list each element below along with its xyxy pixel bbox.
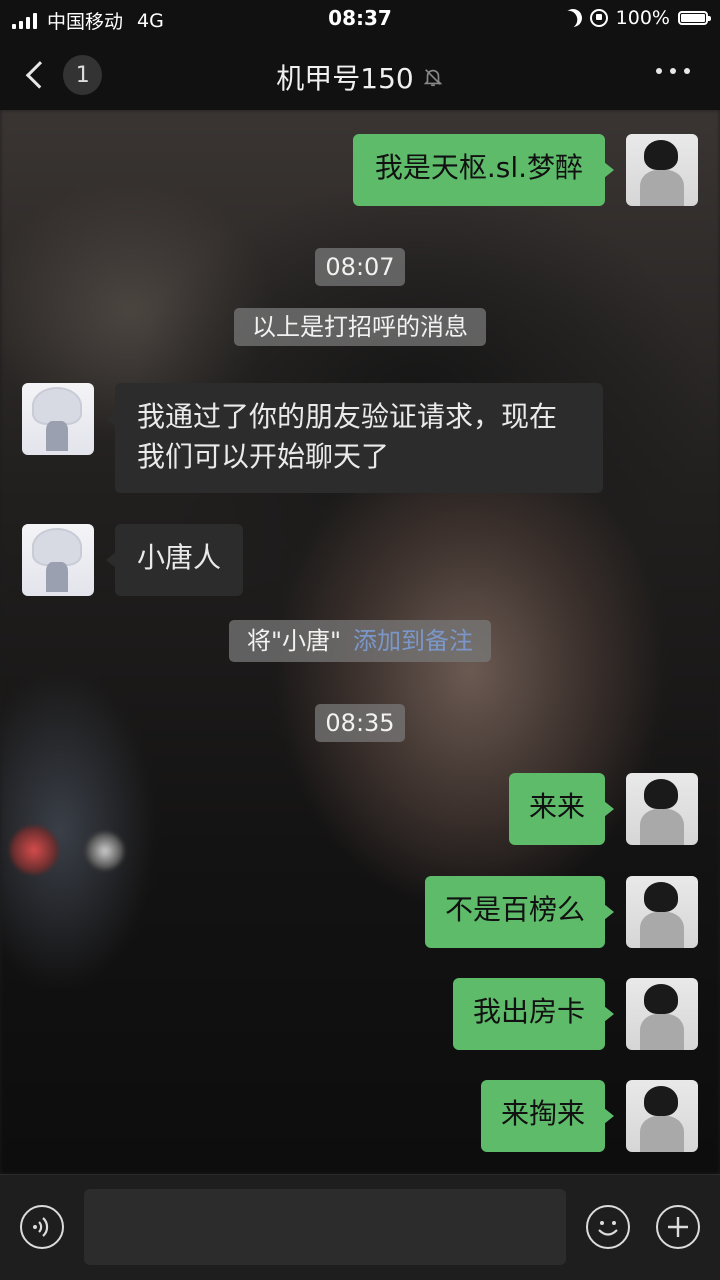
nav-bar: 1 机甲号150 — [0, 40, 720, 110]
input-bar — [0, 1174, 720, 1280]
chat-title: 机甲号150 — [276, 62, 414, 95]
chat-title-wrap: 机甲号150 — [0, 57, 720, 97]
avatar[interactable] — [626, 1080, 698, 1152]
message-bubble-other[interactable]: 小唐人 — [105, 524, 244, 596]
moon-icon — [561, 6, 584, 29]
remark-notice-text: 将"小唐" — [246, 627, 342, 655]
avatar[interactable] — [626, 773, 698, 845]
emoji-button[interactable] — [586, 1205, 630, 1249]
timestamp-label: 08:35 — [315, 704, 405, 742]
system-notice-label: 以上是打招呼的消息 — [234, 308, 486, 346]
remark-notice: 将"小唐" 添加到备注 — [228, 620, 492, 662]
avatar[interactable] — [22, 383, 94, 455]
timestamp: 08:07 — [0, 248, 720, 286]
more-functions-button[interactable] — [656, 1205, 700, 1249]
battery-percent: 100% — [615, 7, 670, 29]
message-bubble-me[interactable]: 来来 — [508, 773, 615, 845]
timestamp: 08:35 — [0, 704, 720, 742]
emoji-icon — [598, 1221, 618, 1236]
background-blur-light — [86, 832, 124, 870]
message-bubble-me[interactable]: 不是百榜么 — [424, 876, 615, 948]
avatar[interactable] — [626, 134, 698, 206]
system-notice: 将"小唐" 添加到备注 — [0, 620, 720, 662]
voice-icon — [33, 1217, 49, 1237]
plus-icon — [668, 1217, 688, 1237]
chat-screen: 中国移动 4G 08:37 100% 1 机甲号150 我是天枢.sl.梦醉 0… — [0, 0, 720, 1280]
status-right: 100% — [561, 6, 711, 29]
message-bubble-other[interactable]: 我通过了你的朋友验证请求，现在我们可以开始聊天了 — [106, 383, 603, 493]
more-icon[interactable] — [656, 68, 690, 74]
rotation-lock-icon — [589, 9, 608, 27]
mute-bell-icon — [423, 69, 443, 87]
avatar[interactable] — [626, 876, 698, 948]
avatar[interactable] — [22, 524, 94, 596]
message-bubble-me[interactable]: 我是天枢.sl.梦醉 — [352, 134, 615, 206]
system-notice: 以上是打招呼的消息 — [0, 308, 720, 346]
message-bubble-me[interactable]: 我出房卡 — [452, 978, 615, 1050]
status-bar: 中国移动 4G 08:37 100% — [0, 0, 720, 40]
timestamp-label: 08:07 — [315, 248, 405, 286]
avatar[interactable] — [626, 978, 698, 1050]
add-remark-link[interactable]: 添加到备注 — [353, 627, 473, 655]
battery-icon — [678, 11, 711, 25]
background-blur-light — [10, 826, 58, 874]
voice-button[interactable] — [20, 1205, 64, 1249]
message-input[interactable] — [84, 1189, 566, 1265]
message-bubble-me[interactable]: 来掏来 — [480, 1080, 615, 1152]
